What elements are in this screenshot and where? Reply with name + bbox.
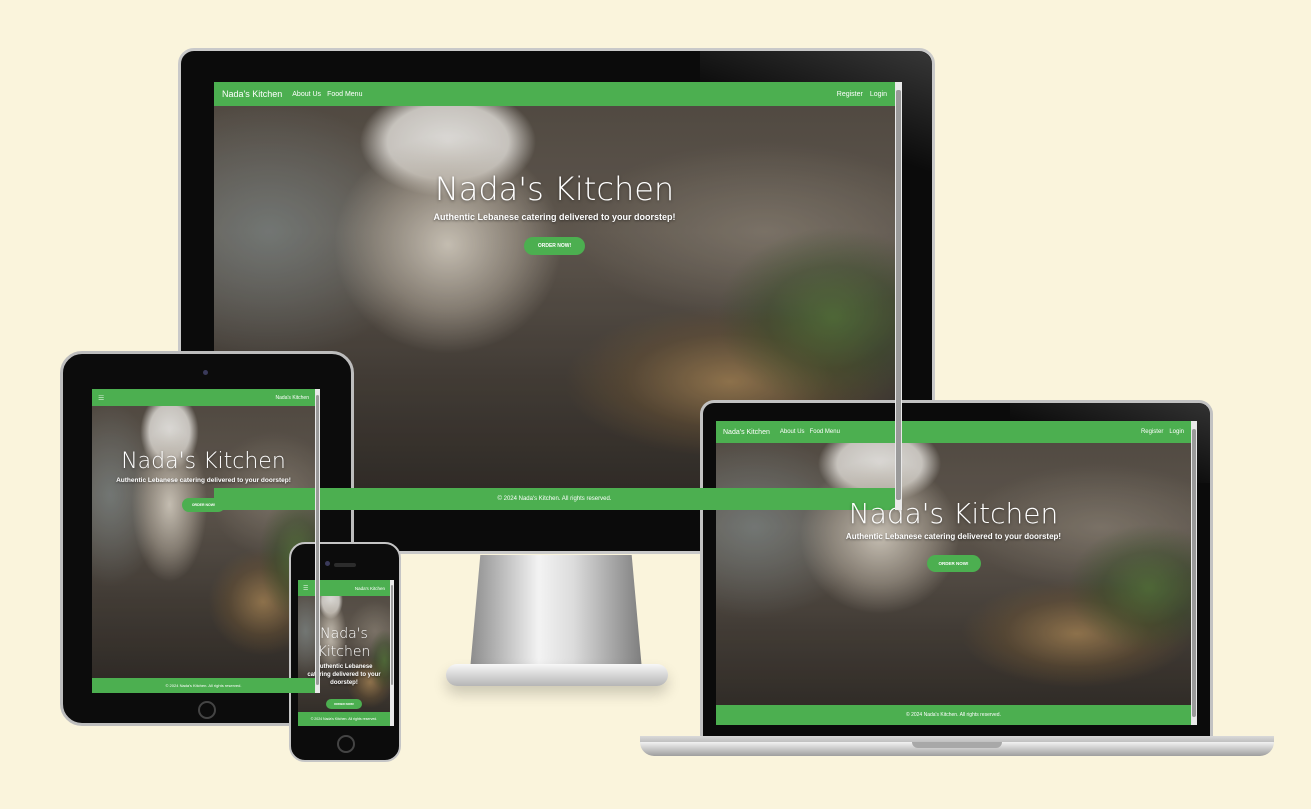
scrollbar-thumb[interactable] bbox=[316, 395, 319, 685]
nav-link-about-us[interactable]: About Us bbox=[292, 91, 321, 98]
footer: © 2024 Nada's Kitchen. All rights reserv… bbox=[298, 712, 390, 726]
hamburger-menu-icon[interactable]: ☰ bbox=[303, 585, 308, 592]
footer-copyright: © 2024 Nada's Kitchen. All rights reserv… bbox=[906, 712, 1001, 718]
hero-section: Nada's Kitchen Authentic Lebanese cateri… bbox=[716, 497, 1191, 572]
navbar: ☰ Nada's Kitchen bbox=[92, 389, 315, 406]
brand-link[interactable]: Nada's Kitchen bbox=[723, 429, 770, 436]
hero-section: Nada's Kitchen Authentic Lebanese cateri… bbox=[214, 170, 895, 255]
hero-subtitle: Authentic Lebanese catering delivered to… bbox=[845, 532, 1062, 541]
tablet-screen: ☰ Nada's Kitchen Nada's Kitchen Authenti… bbox=[92, 389, 320, 693]
scrollbar-thumb[interactable] bbox=[391, 585, 393, 685]
order-now-button[interactable]: ORDER NOW! bbox=[523, 237, 586, 255]
phone-home-button bbox=[337, 735, 355, 753]
phone-speaker bbox=[334, 563, 356, 567]
scrollbar[interactable] bbox=[895, 82, 902, 510]
scrollbar-thumb[interactable] bbox=[896, 90, 901, 500]
scrollbar-thumb[interactable] bbox=[1192, 429, 1196, 717]
hero-title: Nada's Kitchen bbox=[121, 449, 286, 474]
tablet-camera bbox=[203, 370, 208, 375]
order-now-button[interactable]: ORDER NOW! bbox=[926, 555, 981, 572]
hero-subtitle: Authentic Lebanese catering delivered to… bbox=[116, 477, 291, 484]
scrollbar[interactable] bbox=[315, 389, 320, 693]
navbar: ☰ Nada's Kitchen bbox=[298, 580, 390, 596]
brand-link[interactable]: Nada's Kitchen bbox=[355, 586, 385, 591]
footer: © 2024 Nada's Kitchen. All rights reserv… bbox=[716, 705, 1191, 725]
nav-link-food-menu[interactable]: Food Menu bbox=[810, 429, 840, 435]
footer-copyright: © 2024 Nada's Kitchen. All rights reserv… bbox=[310, 717, 378, 721]
laptop-notch bbox=[912, 742, 1002, 748]
phone-screen: ☰ Nada's Kitchen Nada's Kitchen Authenti… bbox=[298, 580, 394, 726]
brand-link[interactable]: Nada's Kitchen bbox=[276, 395, 309, 401]
nav-link-about-us[interactable]: About Us bbox=[780, 429, 805, 435]
scrollbar[interactable] bbox=[390, 580, 394, 726]
hero-section: Nada's Kitchen Authentic Lebanese cateri… bbox=[92, 449, 315, 513]
navbar: Nada's Kitchen About Us Food Menu Regist… bbox=[214, 82, 895, 106]
footer-copyright: © 2024 Nada's Kitchen. All rights reserv… bbox=[165, 683, 242, 688]
navbar: Nada's Kitchen About Us Food Menu Regist… bbox=[716, 421, 1191, 443]
nav-link-food-menu[interactable]: Food Menu bbox=[327, 91, 362, 98]
nav-link-register[interactable]: Register bbox=[1141, 429, 1163, 435]
hero-section: Nada's Kitchen Authentic Lebanese cateri… bbox=[298, 626, 390, 710]
hamburger-menu-icon[interactable]: ☰ bbox=[98, 394, 104, 402]
phone-camera bbox=[325, 561, 330, 566]
scrollbar[interactable] bbox=[1191, 421, 1197, 725]
monitor-base bbox=[446, 664, 668, 686]
nav-link-login[interactable]: Login bbox=[1169, 429, 1184, 435]
footer-copyright: © 2024 Nada's Kitchen. All rights reserv… bbox=[497, 496, 612, 502]
hero-subtitle: Authentic Lebanese catering delivered to… bbox=[433, 212, 676, 222]
laptop-screen: Nada's Kitchen About Us Food Menu Regist… bbox=[716, 421, 1197, 725]
tablet-home-button bbox=[198, 701, 216, 719]
order-now-button[interactable]: ORDER NOW! bbox=[181, 498, 226, 513]
footer: © 2024 Nada's Kitchen. All rights reserv… bbox=[92, 678, 315, 693]
hero-title: Nada's Kitchen bbox=[848, 497, 1059, 530]
monitor-stand bbox=[470, 555, 642, 670]
nav-link-register[interactable]: Register bbox=[837, 91, 863, 98]
hero-title: Nada's Kitchen bbox=[434, 170, 675, 208]
order-now-button[interactable]: ORDER NOW! bbox=[326, 699, 362, 710]
nav-link-login[interactable]: Login bbox=[870, 91, 887, 98]
brand-link[interactable]: Nada's Kitchen bbox=[222, 89, 282, 99]
